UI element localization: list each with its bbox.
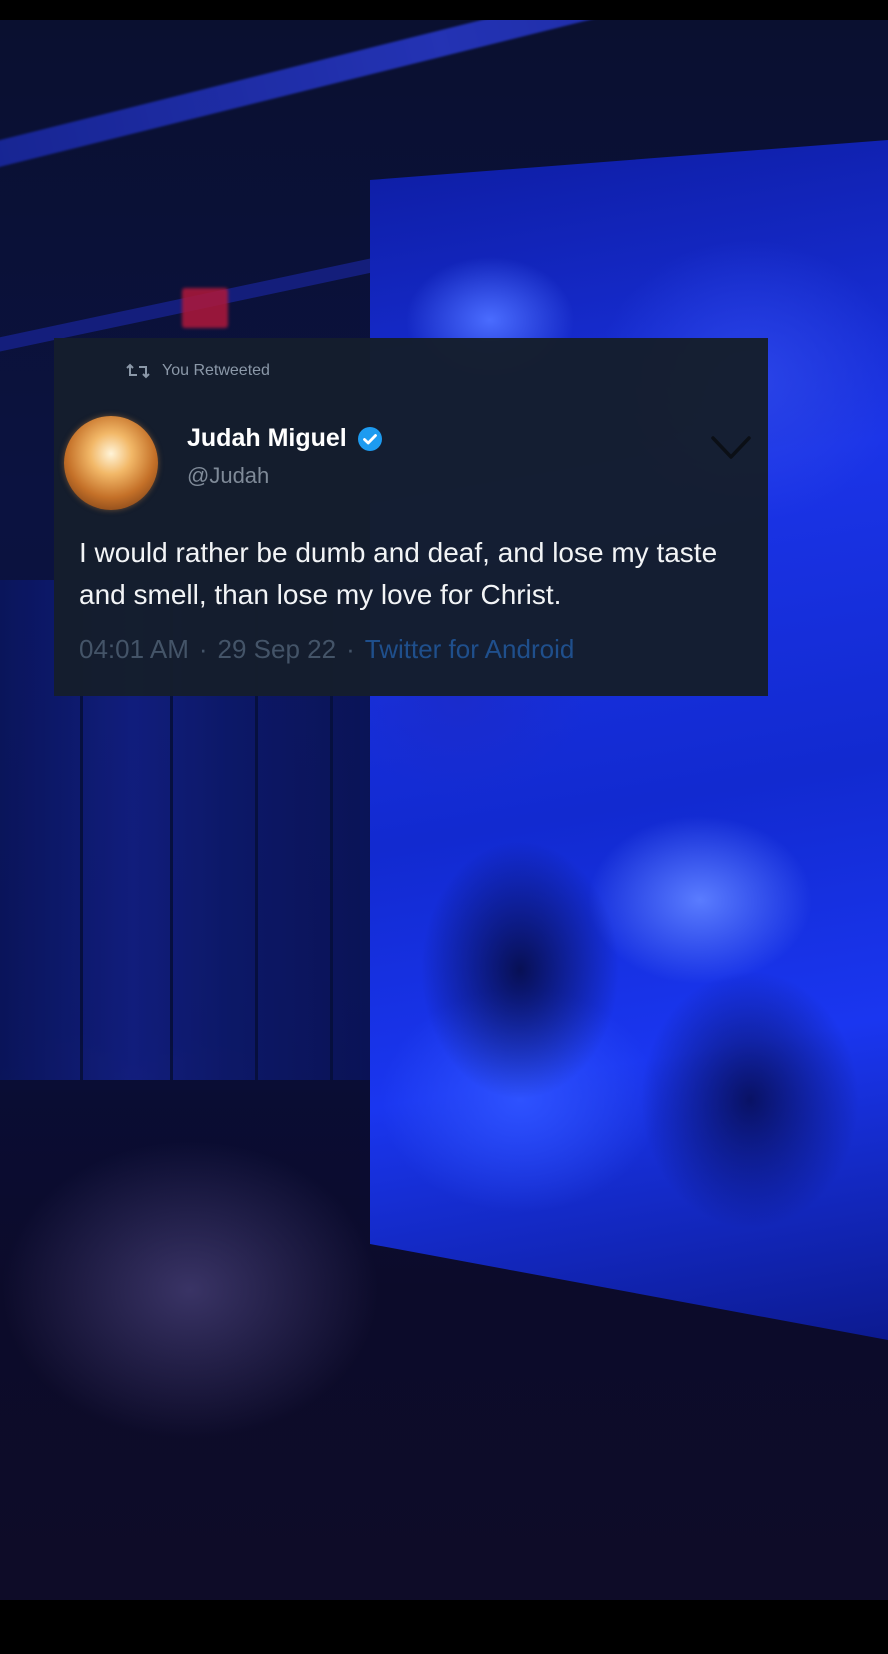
retweet-indicator: You Retweeted	[126, 362, 270, 380]
ceiling-light-beam	[0, 20, 762, 176]
tweet-card[interactable]: You Retweeted Judah Miguel @Judah I woul…	[54, 338, 768, 696]
meta-separator: ·	[198, 634, 208, 664]
retweet-icon	[126, 363, 150, 379]
top-letterbox	[0, 0, 888, 20]
tweet-metadata: 04:01 AM · 29 Sep 22 · Twitter for Andro…	[79, 634, 574, 665]
tweet-time: 04:01 AM	[79, 634, 189, 664]
retweet-label: You Retweeted	[162, 362, 270, 379]
tweet-client-link[interactable]: Twitter for Android	[365, 634, 575, 665]
chevron-down-icon[interactable]	[710, 434, 752, 462]
tweet-date[interactable]: 29 Sep 22	[218, 634, 337, 665]
avatar[interactable]	[64, 416, 158, 510]
meta-separator: ·	[346, 634, 355, 664]
author-block[interactable]: Judah Miguel @Judah	[187, 424, 383, 489]
exit-sign	[182, 288, 228, 328]
tweet-text: I would rather be dumb and deaf, and los…	[79, 537, 718, 610]
user-handle[interactable]: @Judah	[187, 463, 383, 489]
display-name[interactable]: Judah Miguel	[187, 424, 347, 453]
floor-reflection	[0, 1140, 380, 1440]
pillar-shadow	[420, 840, 620, 1100]
verified-badge-icon	[357, 426, 382, 451]
pillar-shadow	[640, 970, 860, 1230]
background-photo	[0, 20, 888, 1600]
bottom-letterbox	[0, 1600, 888, 1654]
